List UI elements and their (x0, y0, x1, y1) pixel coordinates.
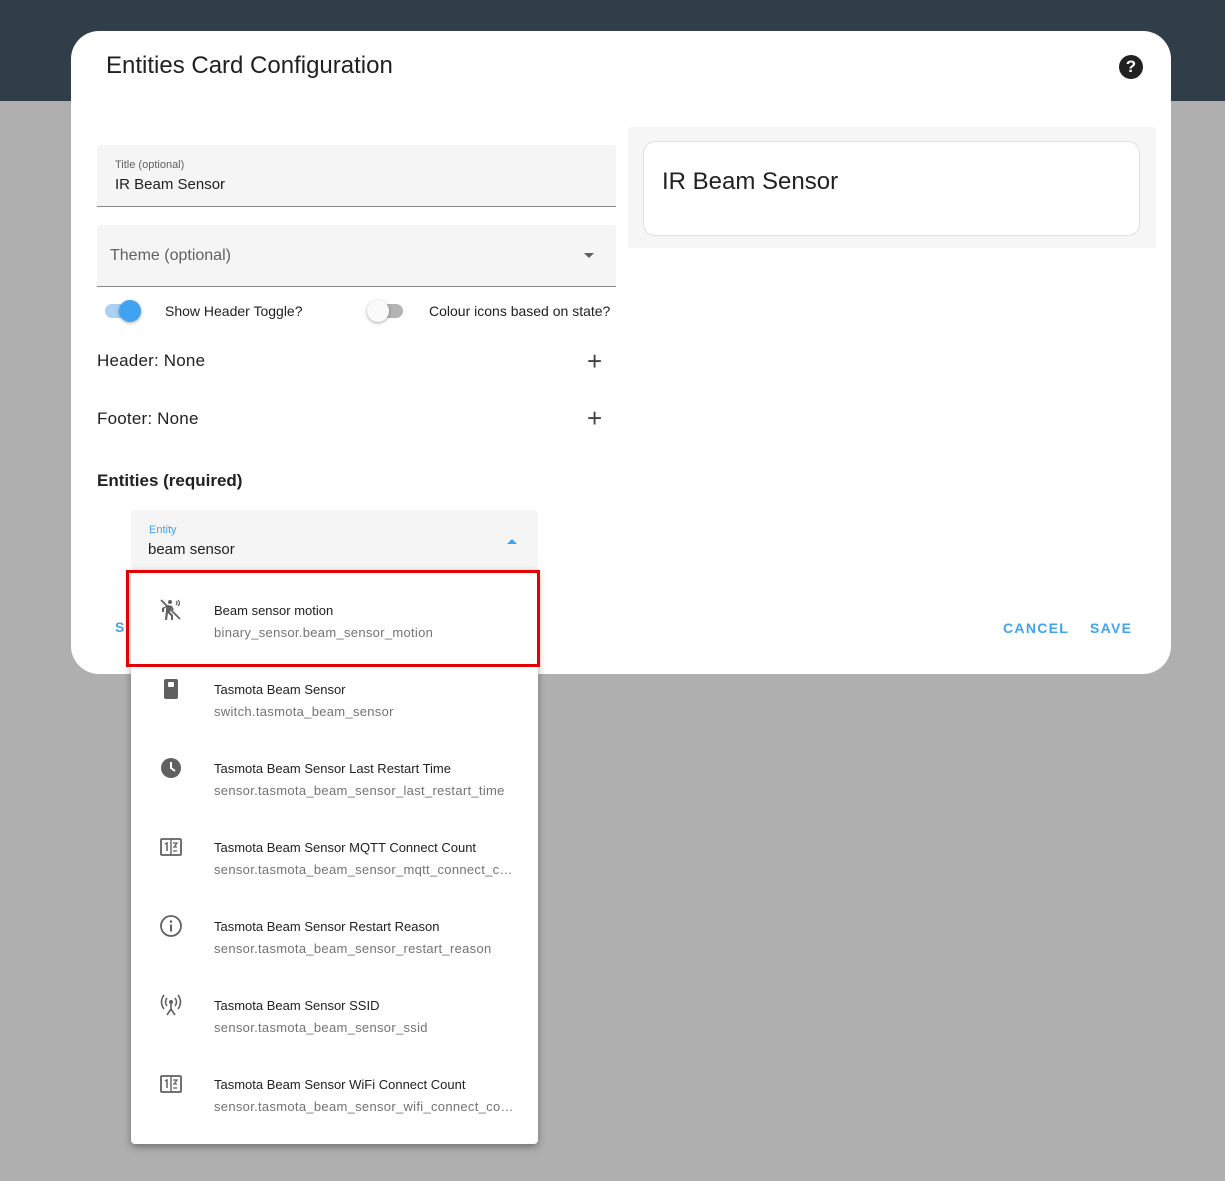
clock-icon (159, 756, 183, 780)
highlight-box (126, 570, 540, 667)
add-header-icon[interactable]: + (587, 348, 602, 374)
counter-icon (159, 835, 183, 859)
list-item[interactable]: Tasmota Beam Sensor WiFi Connect Count s… (131, 1044, 538, 1123)
show-header-toggle-label: Show Header Toggle? (165, 303, 303, 319)
entity-picker-label: Entity (149, 524, 177, 536)
theme-select[interactable]: Theme (optional) (97, 225, 616, 287)
cancel-button[interactable]: CANCEL (1003, 620, 1069, 636)
entity-name: Tasmota Beam Sensor SSID (214, 998, 380, 1013)
list-item[interactable]: Tasmota Beam Sensor Restart Reason senso… (131, 886, 538, 965)
preview-card: IR Beam Sensor (643, 141, 1140, 236)
entity-id: sensor.tasmota_beam_sensor_mqtt_connect_… (214, 862, 516, 877)
card-preview: IR Beam Sensor (628, 127, 1156, 248)
entity-name: Tasmota Beam Sensor (214, 682, 346, 697)
footer-label: Footer: None (97, 409, 199, 428)
show-header-toggle[interactable] (103, 300, 143, 322)
access-point-icon (159, 993, 183, 1017)
entities-heading: Entities (required) (97, 471, 243, 490)
entity-id: sensor.tasmota_beam_sensor_last_restart_… (214, 783, 505, 798)
toggle-thumb (119, 300, 141, 322)
colour-icons-toggle-label: Colour icons based on state? (429, 303, 611, 319)
counter-icon (159, 1072, 183, 1096)
add-footer-icon[interactable]: + (587, 405, 602, 431)
list-item[interactable]: Tasmota Beam Sensor SSID sensor.tasmota_… (131, 965, 538, 1044)
entity-id: sensor.tasmota_beam_sensor_ssid (214, 1020, 428, 1035)
switch-device-icon (159, 677, 183, 701)
list-item[interactable]: Tasmota Beam Sensor Last Restart Time se… (131, 728, 538, 807)
list-item[interactable]: Tasmota Beam Sensor MQTT Connect Count s… (131, 807, 538, 886)
entity-name: Tasmota Beam Sensor MQTT Connect Count (214, 840, 477, 855)
entity-id: sensor.tasmota_beam_sensor_restart_reaso… (214, 941, 492, 956)
toggle-thumb (367, 300, 389, 322)
entity-picker-value[interactable]: beam sensor (148, 541, 235, 558)
entity-id: switch.tasmota_beam_sensor (214, 704, 394, 719)
save-button[interactable]: SAVE (1090, 620, 1132, 636)
preview-card-title: IR Beam Sensor (662, 168, 839, 195)
header-label: Header: None (97, 351, 206, 370)
title-field-value[interactable]: IR Beam Sensor (115, 176, 225, 193)
entity-id: sensor.tasmota_beam_sensor_wifi_connect_… (214, 1099, 516, 1114)
theme-select-placeholder: Theme (optional) (110, 247, 231, 264)
title-field-label: Title (optional) (115, 159, 185, 171)
colour-icons-toggle[interactable] (367, 300, 407, 322)
help-icon[interactable]: ? (1119, 55, 1143, 79)
title-field[interactable]: Title (optional) IR Beam Sensor (97, 145, 616, 207)
dialog-title: Entities Card Configuration (106, 52, 393, 79)
entity-name: Tasmota Beam Sensor Restart Reason (214, 919, 440, 934)
entity-name: Tasmota Beam Sensor WiFi Connect Count (214, 1077, 466, 1092)
entity-picker-input[interactable]: Entity beam sensor (131, 510, 538, 570)
chevron-down-icon (584, 253, 594, 258)
chevron-up-icon[interactable] (507, 539, 517, 544)
info-icon (159, 914, 183, 938)
partial-button-label[interactable]: S (115, 619, 126, 635)
entity-name: Tasmota Beam Sensor Last Restart Time (214, 761, 451, 776)
